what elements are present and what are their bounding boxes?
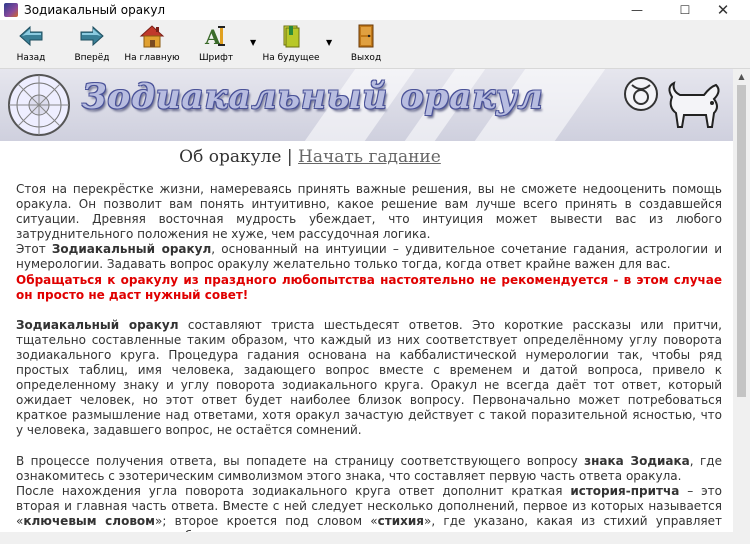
about-oracle-link[interactable]: Об оракуле — [179, 147, 281, 167]
forward-arrow-icon — [80, 25, 104, 47]
future-button[interactable]: На будущее — [260, 22, 322, 66]
future-dropdown-arrow-icon[interactable]: ▼ — [326, 38, 332, 47]
title-bar: Зодиакальный оракул — ☐ ✕ — [0, 0, 750, 20]
content-area: Зодиакальный оракул Об оракуле | Начать … — [0, 69, 733, 544]
close-button[interactable]: ✕ — [706, 0, 740, 20]
toolbar: Назад Вперёд На главную A Шрифт ▼ На буд… — [0, 20, 750, 69]
font-button[interactable]: A Шрифт — [196, 22, 236, 66]
exit-button[interactable]: Выход — [346, 22, 386, 66]
forward-label: Вперёд — [74, 53, 110, 63]
start-divination-link[interactable]: Начать гадание — [298, 147, 441, 167]
home-button[interactable]: На главную — [124, 22, 180, 66]
paragraph-oracle-description: Этот Зодиакальный оракул, основанный на … — [16, 242, 722, 272]
exit-door-icon — [358, 24, 374, 48]
home-icon — [139, 25, 165, 48]
back-button[interactable]: Назад — [12, 22, 50, 66]
paragraph-intro: Стоя на перекрёстке жизни, намереваясь п… — [16, 182, 722, 242]
window-title: Зодиакальный оракул — [24, 3, 166, 17]
warning-text: Обращаться к оракулу из праздного любопы… — [16, 272, 722, 302]
font-dropdown-arrow-icon[interactable]: ▼ — [250, 38, 256, 47]
font-label: Шрифт — [198, 53, 234, 63]
article-text: Стоя на перекрёстке жизни, намереваясь п… — [16, 182, 722, 544]
taurus-medallion-icon — [624, 77, 658, 111]
forward-button[interactable]: Вперёд — [72, 22, 112, 66]
scrollbar-thumb[interactable] — [737, 85, 746, 397]
paragraph-answers: Зодиакальный оракул составляют триста ше… — [16, 317, 722, 438]
scroll-up-icon[interactable]: ▲ — [733, 69, 750, 85]
future-label: На будущее — [262, 53, 320, 63]
bookmark-icon — [283, 25, 300, 48]
back-label: Назад — [16, 53, 46, 63]
banner: Зодиакальный оракул — [0, 69, 733, 141]
exit-label: Выход — [350, 53, 382, 63]
home-label: На главную — [124, 53, 180, 63]
nav-separator: | — [286, 147, 293, 167]
vertical-scrollbar[interactable]: ▲ — [733, 69, 750, 544]
paragraph-process: В процессе получения ответа, вы попадете… — [16, 453, 722, 483]
bull-icon — [668, 81, 720, 128]
nav-links: Об оракуле | Начать гадание — [0, 147, 620, 167]
font-icon: A — [204, 25, 225, 49]
maximize-button[interactable]: ☐ — [668, 0, 702, 20]
zodiac-wheel-icon — [8, 74, 70, 136]
banner-title: Зодиакальный оракул — [82, 77, 544, 117]
back-arrow-icon — [19, 25, 43, 47]
horizontal-scrollbar[interactable] — [0, 532, 733, 544]
minimize-button[interactable]: — — [620, 0, 654, 20]
app-icon — [4, 3, 18, 17]
